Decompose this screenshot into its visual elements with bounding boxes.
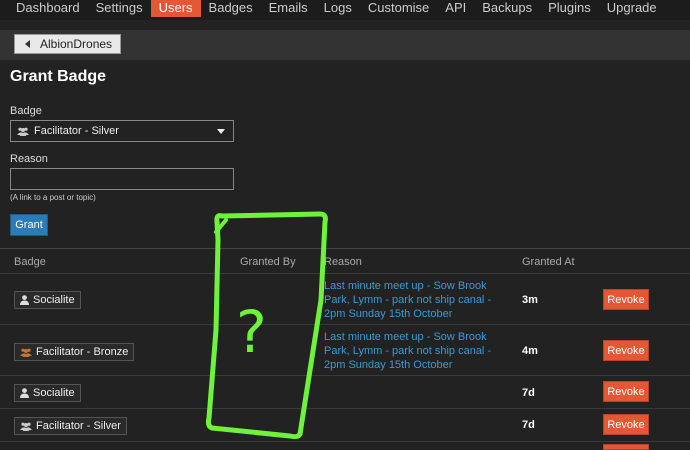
- granted-at: 3m: [522, 294, 538, 306]
- question-mark: ?: [236, 298, 267, 366]
- nav-logs[interactable]: Logs: [316, 0, 360, 17]
- row-divider: [0, 441, 690, 442]
- admin-nav: Dashboard Settings Users Badges Emails L…: [0, 0, 690, 20]
- badge-pill[interactable]: Socialite: [14, 291, 81, 309]
- nav-backups[interactable]: Backups: [474, 0, 540, 17]
- page-title: Grant Badge: [10, 68, 107, 85]
- reason-link[interactable]: Last minute meet up - Sow Brook Park, Ly…: [324, 330, 514, 372]
- header-divider: [0, 273, 690, 274]
- row-divider: [0, 375, 690, 376]
- header-reason: Reason: [324, 256, 362, 268]
- header-granted-at: Granted At: [522, 256, 575, 268]
- revoke-button[interactable]: Revoke: [603, 381, 649, 402]
- nav-customise[interactable]: Customise: [360, 0, 437, 17]
- back-to-user-button[interactable]: AlbionDrones: [14, 34, 122, 54]
- nav-dashboard[interactable]: Dashboard: [8, 0, 88, 17]
- badge-name: Socialite: [33, 294, 75, 306]
- badge-label: Badge: [10, 105, 42, 117]
- reason-link[interactable]: Last minute meet up - Sow Brook Park, Ly…: [324, 279, 514, 321]
- revoke-button-partial[interactable]: [603, 444, 649, 450]
- badge-pill[interactable]: Facilitator - Silver: [14, 417, 127, 435]
- revoke-button[interactable]: Revoke: [603, 340, 649, 361]
- nav-upgrade[interactable]: Upgrade: [599, 0, 665, 17]
- users-icon: [20, 422, 32, 431]
- nav-api[interactable]: API: [437, 0, 474, 17]
- chevron-left-icon: [25, 40, 30, 48]
- reason-label: Reason: [10, 153, 48, 165]
- row-divider: [0, 324, 690, 325]
- users-icon: [20, 348, 32, 357]
- badge-pill[interactable]: Facilitator - Bronze: [14, 343, 135, 361]
- revoke-button[interactable]: Revoke: [603, 289, 649, 310]
- user-icon: [20, 295, 29, 305]
- nav-plugins[interactable]: Plugins: [540, 0, 599, 17]
- back-button-label: AlbionDrones: [40, 37, 113, 51]
- nav-users[interactable]: Users: [150, 0, 201, 17]
- granted-at: 4m: [522, 345, 538, 357]
- badge-pill[interactable]: Socialite: [14, 384, 81, 402]
- header-badge: Badge: [14, 256, 46, 268]
- user-icon: [20, 388, 29, 398]
- nav-spacer: [0, 20, 690, 30]
- badge-name: Facilitator - Silver: [36, 420, 121, 432]
- granted-at: 7d: [522, 419, 535, 431]
- reason-hint: (A link to a post or topic): [10, 193, 96, 202]
- nav-emails[interactable]: Emails: [261, 0, 316, 17]
- caret-down-icon: [217, 129, 225, 134]
- grant-button[interactable]: Grant: [10, 214, 48, 236]
- revoke-button[interactable]: Revoke: [603, 414, 649, 435]
- reason-input[interactable]: [10, 168, 234, 190]
- granted-at: 7d: [522, 387, 535, 399]
- breadcrumb: AlbionDrones: [0, 30, 690, 60]
- badge-name: Facilitator - Bronze: [36, 346, 129, 358]
- row-divider: [0, 408, 690, 409]
- nav-badges[interactable]: Badges: [201, 0, 261, 17]
- badge-select-value: Facilitator - Silver: [34, 125, 119, 137]
- nav-settings[interactable]: Settings: [88, 0, 151, 17]
- badge-name: Socialite: [33, 387, 75, 399]
- users-icon: [17, 127, 29, 136]
- header-granted-by: Granted By: [240, 256, 296, 268]
- table-top-divider: [0, 248, 690, 249]
- badge-select[interactable]: Facilitator - Silver: [10, 120, 234, 142]
